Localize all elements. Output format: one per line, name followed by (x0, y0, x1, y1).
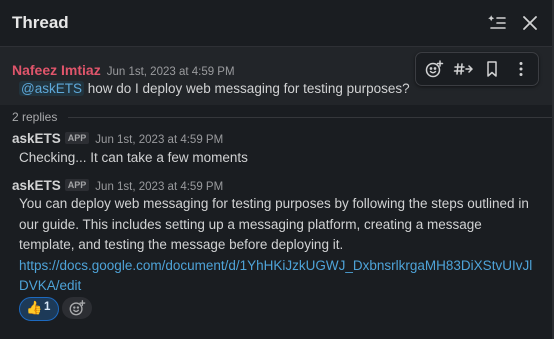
author-name[interactable]: askETS (12, 178, 61, 193)
channel-forward-icon[interactable] (452, 58, 474, 80)
add-reaction-icon (69, 300, 86, 316)
thumbs-up-reaction[interactable]: 👍 1 (19, 297, 59, 321)
replies-count: 2 replies (12, 110, 58, 124)
thread-settings-icon[interactable] (486, 12, 508, 34)
more-actions-icon[interactable] (510, 58, 532, 80)
message-actions-toolbar (415, 52, 539, 86)
app-badge: APP (64, 179, 90, 191)
message-header: Nafeez Imtiaz Jun 1st, 2023 at 4:59 PM (12, 62, 235, 80)
add-reaction-button[interactable] (62, 297, 92, 319)
thread-title: Thread (12, 13, 69, 32)
replies-divider (68, 117, 552, 118)
message-body: Checking... It can take a few moments (19, 150, 248, 165)
author-name[interactable]: askETS (12, 131, 61, 146)
message-body: how do I deploy web messaging for testin… (83, 81, 410, 96)
bookmark-icon[interactable] (481, 58, 503, 80)
message-header: askETS APP Jun 1st, 2023 at 4:59 PM (12, 178, 223, 193)
app-badge: APP (64, 132, 90, 144)
message-text: @askETS how do I deploy web messaging fo… (19, 81, 410, 96)
author-name[interactable]: Nafeez Imtiaz (12, 62, 101, 78)
close-icon[interactable] (519, 12, 541, 34)
timestamp[interactable]: Jun 1st, 2023 at 4:59 PM (95, 181, 223, 193)
thread-header: Thread (0, 0, 552, 47)
reaction-count: 1 (44, 301, 51, 313)
timestamp[interactable]: Jun 1st, 2023 at 4:59 PM (107, 66, 235, 78)
add-reaction-icon[interactable] (423, 58, 445, 80)
message-body: You can deploy web messaging for testing… (19, 194, 539, 297)
timestamp[interactable]: Jun 1st, 2023 at 4:59 PM (95, 134, 223, 146)
user-mention[interactable]: @askETS (19, 81, 84, 96)
thumbs-up-icon: 👍 (26, 300, 43, 315)
thread-panel: Thread Nafeez Imtiaz Jun 1st, 2023 at 4:5… (0, 0, 554, 339)
message-header: askETS APP Jun 1st, 2023 at 4:59 PM (12, 131, 223, 146)
message-text: You can deploy web messaging for testing… (19, 196, 529, 252)
document-link[interactable]: https://docs.google.com/document/d/1YhHK… (19, 258, 532, 294)
